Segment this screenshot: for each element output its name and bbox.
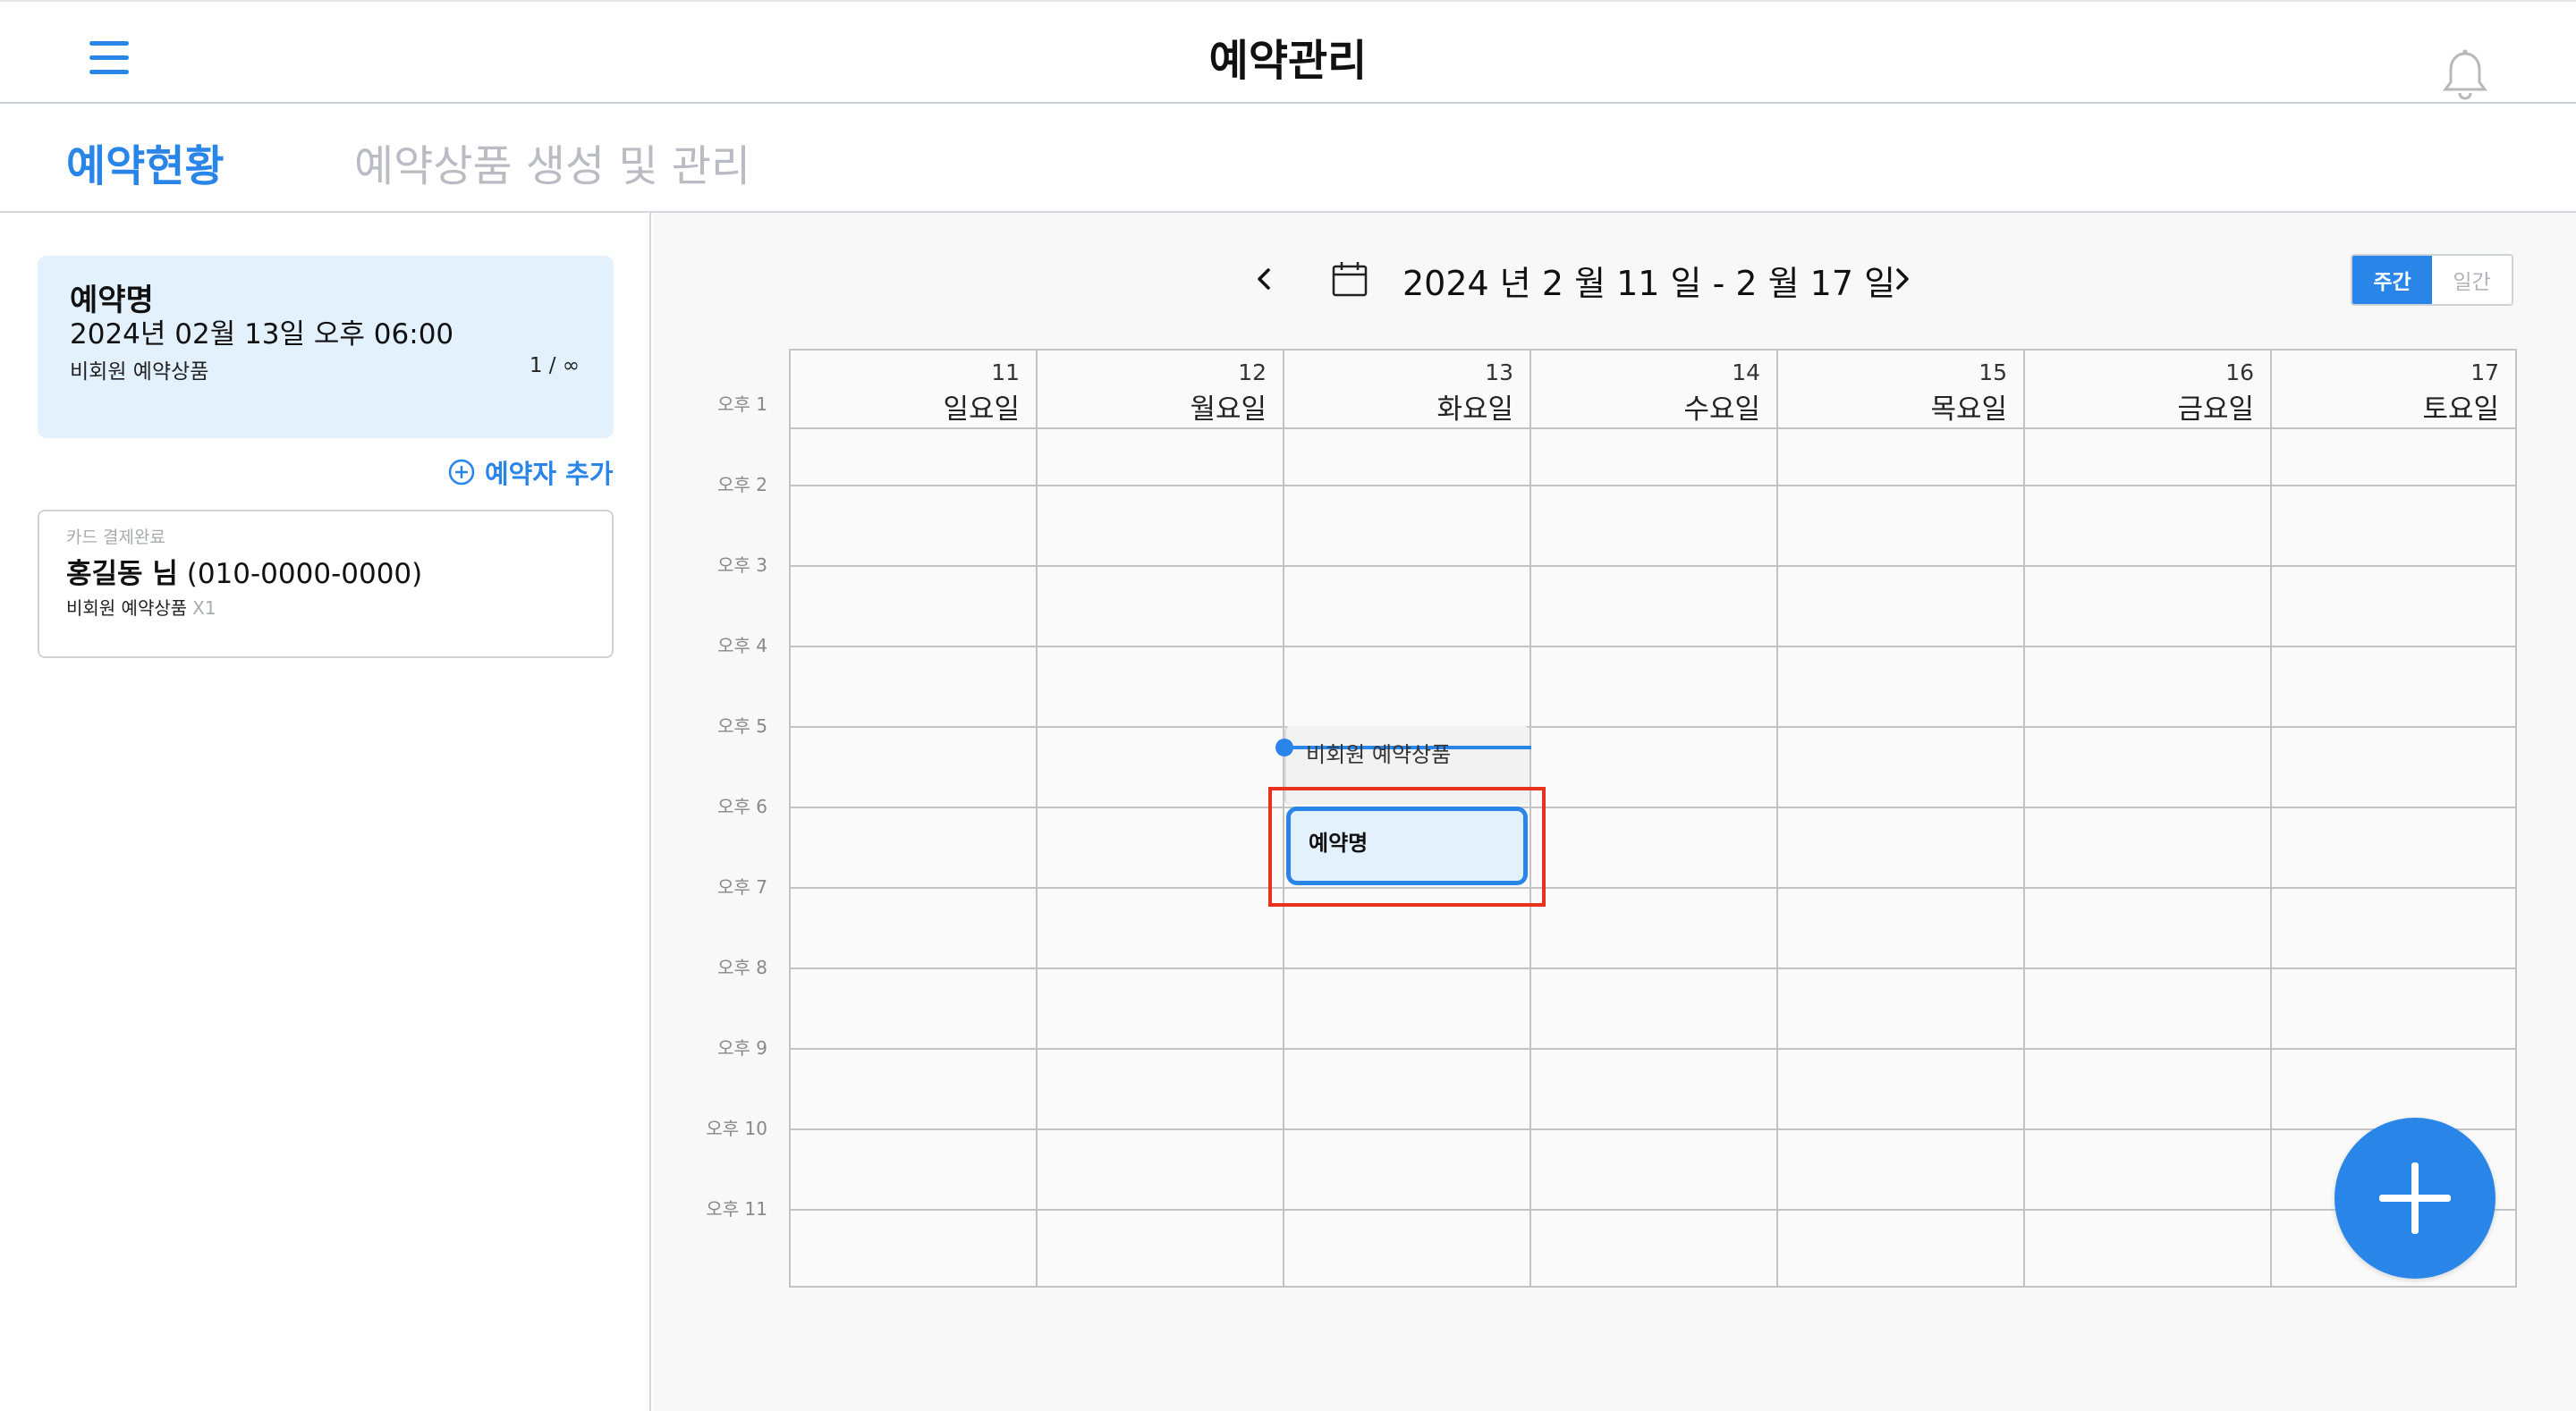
grid-line	[2023, 429, 2025, 1288]
time-label: 오후 10	[706, 1118, 767, 1139]
time-label: 오후 7	[717, 876, 767, 898]
plus-icon-horizontal	[2379, 1195, 2451, 1202]
plus-circle-icon	[448, 459, 475, 486]
date-range-label: 2024 년 2 월 11 일 - 2 월 17 일	[1402, 264, 1896, 303]
reservation-card[interactable]: 예약명 2024년 02월 13일 오후 06:00 비회원 예약상품 1 / …	[38, 256, 614, 438]
day-name: 금요일	[2177, 393, 2254, 426]
grid-line	[791, 1209, 2515, 1211]
time-label: 오후 1	[717, 393, 767, 415]
grid-line	[1283, 429, 1284, 1288]
day-name: 수요일	[1683, 393, 1760, 426]
day-number: 15	[1979, 359, 2007, 385]
day-header[interactable]: 11 일요일	[791, 351, 1038, 429]
grid-line	[791, 485, 2515, 486]
day-header[interactable]: 17 토요일	[2272, 351, 2515, 429]
time-label: 오후 5	[717, 715, 767, 737]
time-label: 오후 4	[717, 635, 767, 656]
day-number: 14	[1732, 359, 1760, 385]
day-name: 목요일	[1930, 393, 2007, 426]
grid-line	[791, 887, 2515, 889]
time-label: 오후 2	[717, 474, 767, 495]
person-phone: (010-0000-0000)	[186, 558, 423, 590]
day-header[interactable]: 14 수요일	[1531, 351, 1778, 429]
day-name: 토요일	[2422, 393, 2499, 426]
sidebar: 예약명 2024년 02월 13일 오후 06:00 비회원 예약상품 1 / …	[0, 213, 651, 1411]
page-title: 예약관리	[1208, 36, 1368, 86]
day-number: 13	[1485, 359, 1513, 385]
day-header[interactable]: 13 화요일	[1284, 351, 1531, 429]
person-product-line: 비회원 예약상품 X1	[66, 594, 216, 620]
chevron-left-icon	[1258, 268, 1270, 290]
week-calendar-grid: 11 일요일 12 월요일 13 화요일 14 수요일 15 목요일 16 금요…	[789, 349, 2517, 1288]
payment-status: 카드 결제완료	[66, 528, 165, 547]
person-name: 홍길동 님	[66, 558, 178, 590]
grid-line	[1776, 429, 1778, 1288]
grid-line	[1530, 429, 1531, 1288]
day-header[interactable]: 16 금요일	[2025, 351, 2272, 429]
day-number: 16	[2225, 359, 2254, 385]
grid-line	[2270, 429, 2272, 1288]
bell-icon[interactable]	[2436, 46, 2494, 104]
grid-line	[1036, 429, 1038, 1288]
reservation-datetime: 2024년 02월 13일 오후 06:00	[70, 318, 454, 351]
reservation-event-block[interactable]: 예약명	[1286, 807, 1528, 885]
grid-line	[791, 1128, 2515, 1130]
reservation-product: 비회원 예약상품	[70, 360, 209, 384]
view-week-button[interactable]: 주간	[2352, 256, 2432, 304]
person-qty: X1	[192, 597, 216, 619]
grid-line	[791, 1048, 2515, 1050]
add-person-label: 예약자 추가	[485, 459, 614, 489]
time-label: 오후 9	[717, 1037, 767, 1059]
day-number: 17	[2470, 359, 2499, 385]
grid-line	[791, 646, 2515, 647]
day-name: 일요일	[943, 393, 1020, 426]
reservation-count: 1 / ∞	[529, 354, 580, 377]
current-time-dot	[1275, 739, 1293, 756]
chevron-right-icon	[1896, 268, 1909, 290]
day-number: 12	[1238, 359, 1267, 385]
day-header[interactable]: 12 월요일	[1038, 351, 1284, 429]
product-event-block[interactable]: 비회원 예약상품	[1275, 726, 1531, 805]
day-name: 화요일	[1436, 393, 1513, 426]
prev-week-button[interactable]	[1247, 261, 1283, 297]
time-label: 오후 3	[717, 554, 767, 576]
day-name: 월요일	[1190, 393, 1267, 426]
reservation-event-label: 예약명	[1309, 831, 1368, 856]
add-fab-button[interactable]	[2334, 1118, 2496, 1279]
tab-reservation-status[interactable]: 예약현황	[66, 131, 225, 193]
time-label: 오후 8	[717, 957, 767, 978]
add-person-button[interactable]: 예약자 추가	[447, 454, 614, 490]
person-info: 홍길동 님 (010-0000-0000)	[66, 551, 422, 591]
calendar-icon[interactable]	[1329, 259, 1370, 300]
product-event-label: 비회원 예약상품	[1306, 742, 1452, 767]
tab-product-management[interactable]: 예약상품 생성 및 관리	[354, 131, 750, 193]
grid-line	[791, 807, 2515, 808]
person-product: 비회원 예약상품	[66, 597, 188, 619]
time-label: 오후 11	[706, 1198, 767, 1220]
tab-bar: 예약현황 예약상품 생성 및 관리	[0, 104, 2576, 213]
grid-line	[791, 565, 2515, 567]
day-number: 11	[991, 359, 1020, 385]
app-header: 예약관리	[0, 0, 2576, 104]
grid-line	[791, 726, 2515, 728]
person-card[interactable]: 카드 결제완료 홍길동 님 (010-0000-0000) 비회원 예약상품 X1	[38, 510, 614, 658]
time-label: 오후 6	[717, 796, 767, 817]
view-toggle: 주간 일간	[2351, 254, 2513, 306]
next-week-button[interactable]	[1884, 261, 1919, 297]
view-day-button[interactable]: 일간	[2432, 256, 2512, 304]
grid-line	[791, 967, 2515, 969]
day-header[interactable]: 15 목요일	[1778, 351, 2025, 429]
